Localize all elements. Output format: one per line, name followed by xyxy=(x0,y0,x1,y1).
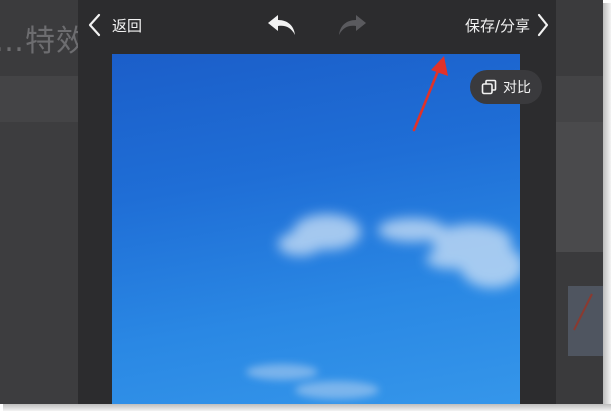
photo-editor-panel: 返回 保存/分享 对比 xyxy=(78,0,556,404)
screenshot-shadow-bottom xyxy=(3,404,611,411)
chevron-left-icon xyxy=(88,13,101,37)
back-button[interactable]: 返回 xyxy=(86,10,142,40)
chevron-right-icon xyxy=(537,13,549,37)
undo-arrow-icon[interactable] xyxy=(266,12,298,38)
save-share-button[interactable]: 保存/分享 xyxy=(465,10,550,40)
compare-squares-icon xyxy=(481,79,497,95)
editor-top-bar: 返回 保存/分享 xyxy=(78,0,556,52)
background-annotation-arrow xyxy=(573,293,593,331)
annotation-arrow-icon xyxy=(412,56,448,132)
screenshot-shadow-right xyxy=(603,3,611,404)
save-share-label: 保存/分享 xyxy=(464,16,530,35)
redo-arrow-icon xyxy=(339,15,366,35)
compare-button[interactable]: 对比 xyxy=(470,70,542,104)
compare-label: 对比 xyxy=(503,80,531,96)
background-side-panel xyxy=(556,122,603,252)
back-label: 返回 xyxy=(112,16,143,35)
